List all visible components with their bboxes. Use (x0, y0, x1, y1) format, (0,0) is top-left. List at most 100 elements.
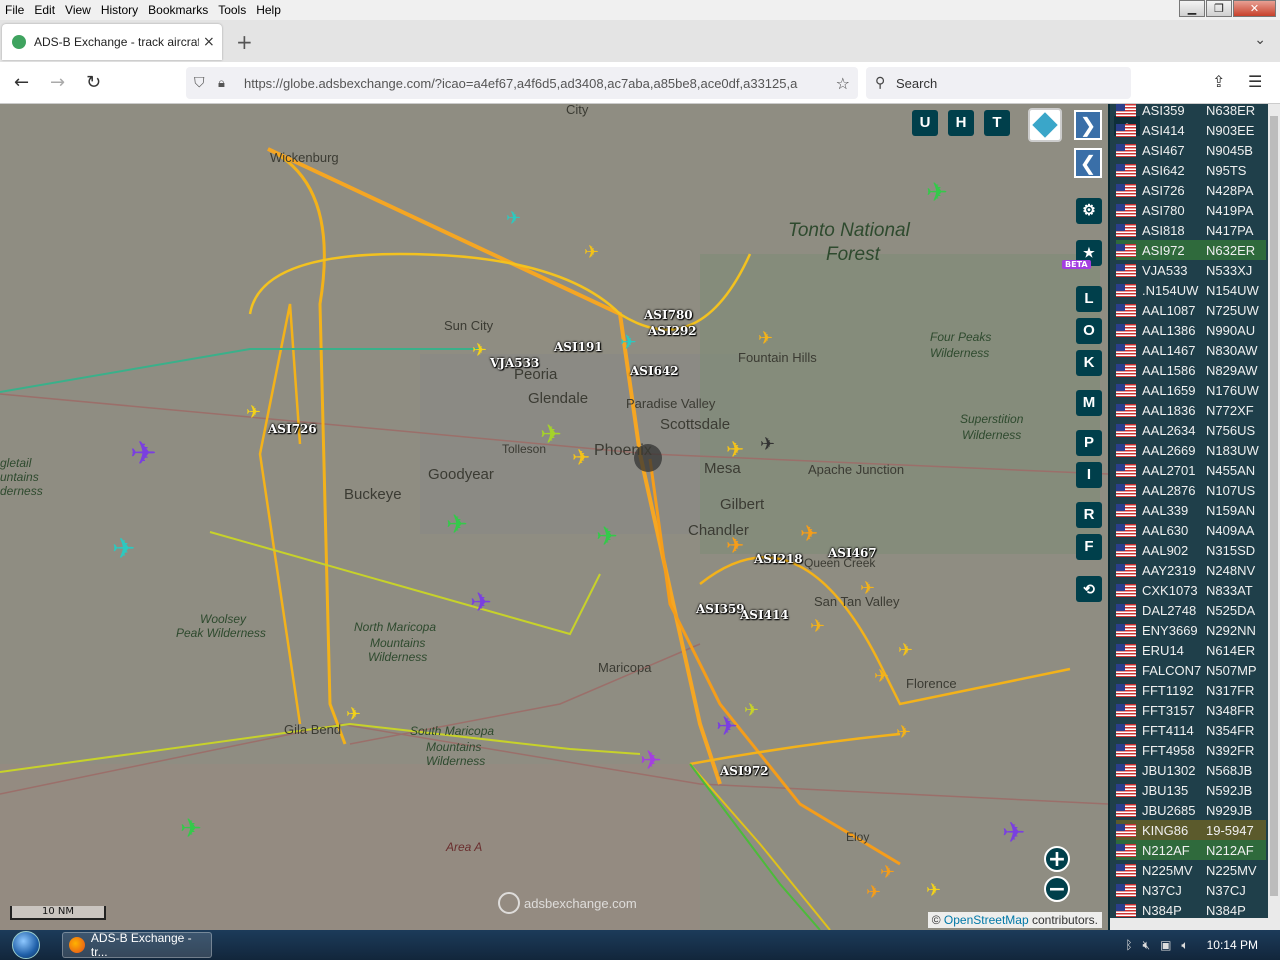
osm-link[interactable]: OpenStreetMap (944, 913, 1029, 927)
toggle-m-button[interactable]: M (1076, 390, 1102, 416)
reload-icon[interactable]: ↻ (86, 72, 101, 93)
tab-close-icon[interactable]: × (203, 34, 215, 50)
aircraft-label-asi218[interactable]: ASI218 (754, 552, 803, 566)
table-row[interactable]: CXK1073 N833AT (1116, 580, 1266, 600)
aircraft-icon[interactable]: ✈ (860, 578, 875, 599)
search-bar[interactable]: ⚲ Search (866, 67, 1131, 99)
table-row[interactable]: ASI642 N95TS (1116, 160, 1266, 180)
table-row[interactable]: N384P N384P (1116, 900, 1266, 920)
menu-help[interactable]: Help (251, 3, 286, 17)
table-row[interactable]: AAL1386 N990AU (1116, 320, 1266, 340)
aircraft-icon[interactable]: ✈ (246, 402, 261, 423)
table-row[interactable]: AAL1659 N176UW (1116, 380, 1266, 400)
toggle-h-button[interactable]: H (948, 110, 974, 136)
table-scrollbar[interactable] (1268, 104, 1280, 930)
aircraft-icon[interactable]: ✈ (130, 434, 157, 472)
table-row[interactable]: ASI359 N638ER (1116, 104, 1266, 120)
close-window-button[interactable]: ✕ (1233, 0, 1276, 17)
aircraft-label-asi467[interactable]: ASI467 (828, 546, 877, 560)
table-row[interactable]: VJA533 N533XJ (1116, 260, 1266, 280)
aircraft-icon[interactable]: ✈ (926, 880, 941, 901)
table-row[interactable]: AAL1586 N829AW (1116, 360, 1266, 380)
bookmark-star-icon[interactable]: ☆ (836, 74, 850, 93)
aircraft-icon[interactable]: ✈ (926, 178, 948, 208)
back-arrow-icon[interactable]: ← (14, 72, 29, 93)
aircraft-label-asi726[interactable]: ASI726 (268, 422, 317, 436)
restore-button[interactable]: ❐ (1206, 0, 1232, 17)
table-row[interactable]: AAL1836 N772XF (1116, 400, 1266, 420)
aircraft-label-asi972[interactable]: ASI972 (720, 764, 769, 778)
table-row[interactable]: FFT4114 N354FR (1116, 720, 1266, 740)
menu-bookmarks[interactable]: Bookmarks (143, 3, 213, 17)
table-row[interactable]: ASI972 N632ER (1116, 240, 1266, 260)
aircraft-icon[interactable]: ✈ (874, 666, 889, 687)
aircraft-icon[interactable]: ✈ (726, 438, 744, 463)
toggle-f-button[interactable]: F (1076, 534, 1102, 560)
table-row[interactable]: ASI467 N9045B (1116, 140, 1266, 160)
table-row[interactable]: DAL2748 N525DA (1116, 600, 1266, 620)
chevron-left-icon[interactable]: ❮ (1074, 148, 1102, 178)
aircraft-label-asi780[interactable]: ASI780 (644, 308, 693, 322)
map-view[interactable]: City Wickenburg Tonto National Forest Su… (0, 104, 1108, 930)
aircraft-icon[interactable]: ✈ (540, 420, 562, 450)
tab-adsb[interactable]: ADS-B Exchange - track aircraft × (2, 24, 222, 60)
toggle-t-button[interactable]: T (984, 110, 1010, 136)
url-bar[interactable]: ⛉ 🔒︎ https://globe.adsbexchange.com/?ica… (186, 67, 858, 99)
table-row[interactable]: JBU1302 N568JB (1116, 760, 1266, 780)
gear-icon[interactable]: ⚙ (1076, 198, 1102, 224)
new-tab-button[interactable]: + (236, 30, 253, 54)
zoom-in-button[interactable]: + (1044, 846, 1070, 872)
table-row[interactable]: N212AF N212AF (1116, 840, 1266, 860)
aircraft-icon[interactable]: ✈ (716, 712, 738, 742)
layers-button[interactable] (1028, 108, 1062, 142)
table-row[interactable]: ENY3669 N292NN (1116, 620, 1266, 640)
table-row[interactable]: .N154UW N154UW (1116, 280, 1266, 300)
menu-file[interactable]: File (0, 3, 29, 17)
aircraft-label-asi191[interactable]: ASI191 (554, 340, 603, 354)
toggle-p-button[interactable]: P (1076, 430, 1102, 456)
table-row[interactable]: JBU135 N592JB (1116, 780, 1266, 800)
toggle-k-button[interactable]: K (1076, 350, 1102, 376)
aircraft-label-asi359[interactable]: ASI359 (696, 602, 745, 616)
replay-icon[interactable]: ⟲ (1076, 576, 1102, 602)
menu-tools[interactable]: Tools (213, 3, 251, 17)
scrollbar-thumb[interactable] (1270, 116, 1278, 896)
toggle-r-button[interactable]: R (1076, 502, 1102, 528)
zoom-out-button[interactable]: − (1044, 876, 1070, 902)
table-row[interactable]: AAL1467 N830AW (1116, 340, 1266, 360)
bluetooth-icon[interactable]: ᛒ (1125, 938, 1132, 952)
shield-icon[interactable]: ⛉ (194, 75, 205, 91)
aircraft-icon[interactable]: ✈ (112, 532, 135, 565)
table-row[interactable]: AAL2876 N107US (1116, 480, 1266, 500)
table-row[interactable]: N37CJ N37CJ (1116, 880, 1266, 900)
clock[interactable]: 10:14 PM (1207, 938, 1258, 952)
table-row[interactable]: AAL2701 N455AN (1116, 460, 1266, 480)
toggle-u-button[interactable]: U (912, 110, 938, 136)
aircraft-icon[interactable]: ✈ (506, 208, 521, 229)
forward-arrow-icon[interactable]: → (50, 72, 65, 93)
table-row[interactable]: ERU14 N614ER (1116, 640, 1266, 660)
aircraft-icon[interactable]: ✈ (472, 340, 487, 361)
aircraft-icon[interactable]: ✈ (346, 704, 361, 725)
aircraft-label-asi642[interactable]: ASI642 (630, 364, 679, 378)
table-row[interactable]: AAL2634 N756US (1116, 420, 1266, 440)
aircraft-icon[interactable]: ✈ (810, 616, 825, 637)
table-row[interactable]: N225MV N225MV (1116, 860, 1266, 880)
lock-icon[interactable]: 🔒︎ (218, 76, 225, 91)
table-row[interactable]: FFT1192 N317FR (1116, 680, 1266, 700)
hamburger-menu-icon[interactable]: ☰ (1248, 72, 1262, 91)
menu-view[interactable]: View (60, 3, 96, 17)
aircraft-label-asi414[interactable]: ASI414 (740, 608, 789, 622)
aircraft-icon[interactable]: ✈ (896, 722, 911, 743)
menu-history[interactable]: History (96, 3, 143, 17)
toggle-i-button[interactable]: I (1076, 462, 1102, 488)
aircraft-icon[interactable]: ✈ (584, 242, 599, 263)
aircraft-label-asi292[interactable]: ASI292 (648, 324, 697, 338)
table-row[interactable]: FFT4958 N392FR (1116, 740, 1266, 760)
aircraft-icon[interactable]: ✈ (760, 434, 775, 455)
aircraft-icon[interactable]: ✈ (800, 522, 818, 547)
minimize-button[interactable]: ▁ (1179, 0, 1205, 17)
aircraft-icon[interactable]: ✈ (758, 328, 773, 349)
table-row[interactable]: AAL1087 N725UW (1116, 300, 1266, 320)
taskbar-firefox[interactable]: ADS-B Exchange - tr... (62, 931, 212, 959)
